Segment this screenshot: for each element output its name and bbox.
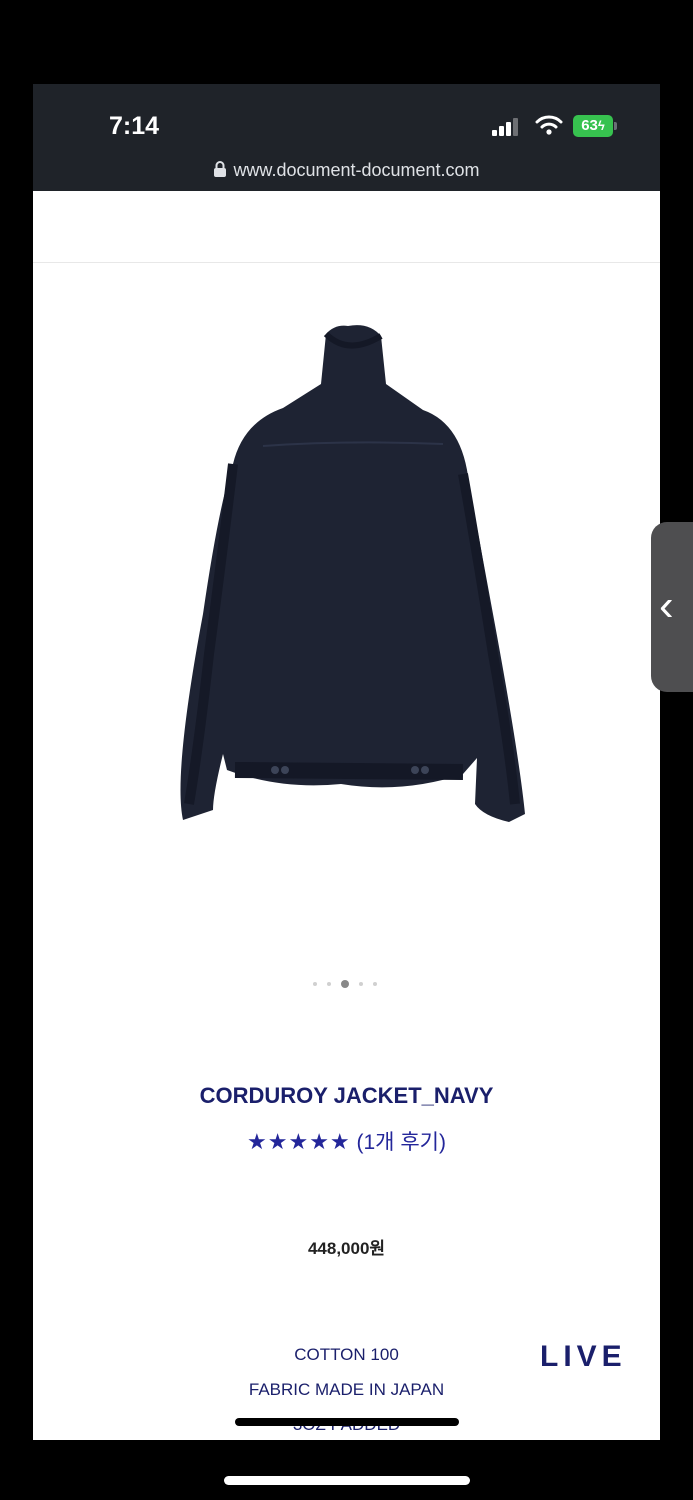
product-price: 448,000원 xyxy=(307,1239,386,1258)
product-title: CORDUROY JACKET_NAVY xyxy=(199,1083,494,1108)
chevron-left-icon: ‹ xyxy=(659,581,674,630)
navy-corduroy-jacket-image[interactable] xyxy=(163,314,533,834)
carousel-dot[interactable] xyxy=(359,982,363,986)
url-text: www.document-document.com xyxy=(233,160,480,180)
header-divider xyxy=(33,262,660,263)
status-time: 7:14 xyxy=(109,112,160,140)
wifi-icon xyxy=(535,115,563,135)
home-indicator-overlay xyxy=(235,1418,459,1426)
carousel-dot[interactable] xyxy=(373,982,377,986)
charging-bolt-icon: ϟ xyxy=(597,118,605,133)
image-carousel-indicator[interactable] xyxy=(311,978,381,990)
live-badge[interactable]: LIVE xyxy=(540,1340,627,1374)
home-indicator[interactable] xyxy=(224,1476,470,1485)
side-panel-tab[interactable]: ‹ xyxy=(651,522,693,692)
review-count[interactable]: (1개 후기) xyxy=(357,1131,446,1154)
rating-stars: ★★★★★ xyxy=(247,1129,351,1154)
cellular-signal-icon xyxy=(492,116,522,136)
carousel-dot-active[interactable] xyxy=(341,980,349,988)
carousel-dot[interactable] xyxy=(327,982,331,986)
address-bar[interactable]: www.document-document.com xyxy=(33,160,660,181)
lock-icon xyxy=(214,161,227,177)
battery-level: 63 xyxy=(581,117,598,134)
carousel-dot[interactable] xyxy=(313,982,317,986)
battery-indicator: 63ϟ xyxy=(573,115,613,137)
product-rating[interactable]: ★★★★★ (1개 후기) xyxy=(33,1126,660,1156)
battery-nub xyxy=(614,122,617,130)
status-bar: 7:14 63ϟ www.document-document.com xyxy=(33,84,660,191)
browser-viewport: 7:14 63ϟ www.document-document.com CORDU… xyxy=(33,84,660,1440)
description-line: FABRIC MADE IN JAPAN xyxy=(248,1380,445,1399)
